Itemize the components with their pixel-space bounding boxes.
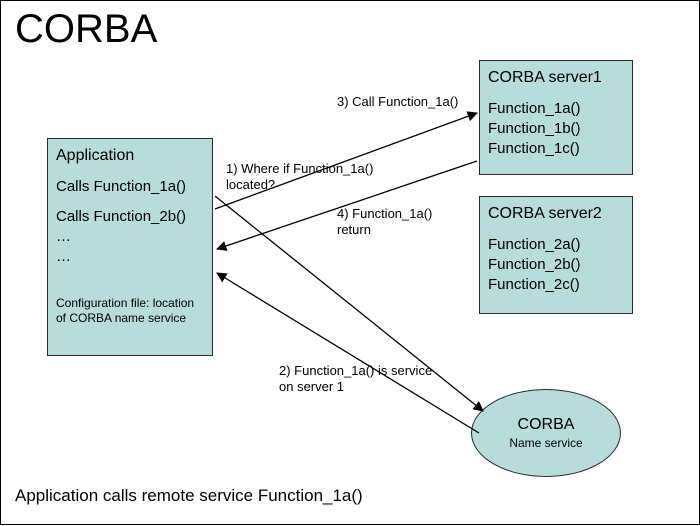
server1-func: Function_1b() xyxy=(488,119,624,139)
server2-func: Function_2b() xyxy=(488,255,624,275)
box-server1: CORBA server1 Function_1a() Function_1b(… xyxy=(479,60,633,175)
label-step1: 1) Where if Function_1a() located? xyxy=(226,161,373,194)
ellipse-nameservice: CORBA Name service xyxy=(471,389,621,477)
server1-func: Function_1a() xyxy=(488,99,624,119)
application-header: Application xyxy=(56,145,204,167)
application-line: Calls Function_1a() xyxy=(56,177,204,197)
application-line: … xyxy=(56,247,204,267)
application-line: Calls Function_2b() xyxy=(56,207,204,227)
page-title: CORBA xyxy=(15,7,157,52)
nameservice-title: CORBA xyxy=(472,416,620,434)
label-step2: 2) Function_1a() is service on server 1 xyxy=(279,363,432,396)
nameservice-subtitle: Name service xyxy=(472,436,620,450)
server1-func: Function_1c() xyxy=(488,139,624,159)
server2-func: Function_2a() xyxy=(488,235,624,255)
arrow-step2 xyxy=(217,273,479,433)
server2-header: CORBA server2 xyxy=(488,203,624,225)
box-application: Application Calls Function_1a() Calls Fu… xyxy=(47,138,213,356)
application-config-note: Configuration file: location of CORBA na… xyxy=(56,296,204,327)
diagram-caption: Application calls remote service Functio… xyxy=(15,486,363,506)
box-server2: CORBA server2 Function_2a() Function_2b(… xyxy=(479,196,633,314)
application-line: … xyxy=(56,227,204,247)
label-step3: 3) Call Function_1a() xyxy=(337,94,458,110)
label-step4: 4) Function_1a() return xyxy=(337,206,432,239)
server2-func: Function_2c() xyxy=(488,275,624,295)
server1-header: CORBA server1 xyxy=(488,67,624,89)
